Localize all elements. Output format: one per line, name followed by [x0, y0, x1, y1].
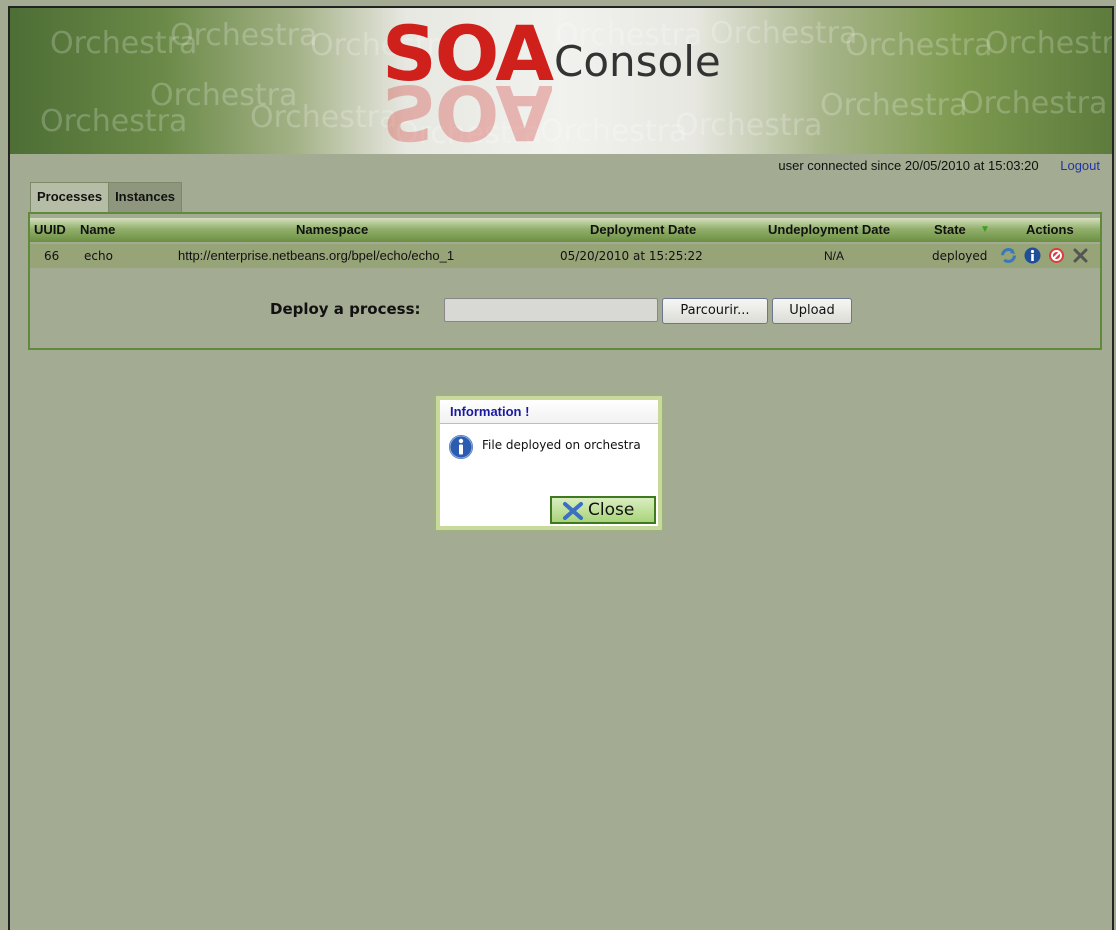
table-row[interactable]: 66 echo http://enterprise.netbeans.org/b…: [30, 244, 1100, 268]
close-icon: [563, 502, 583, 520]
watermark-text: Orchestra: [985, 26, 1112, 61]
tab-bar: Processes Instances: [30, 182, 183, 212]
browse-button[interactable]: Parcourir...: [662, 298, 768, 324]
close-button[interactable]: Close: [550, 496, 656, 524]
header-banner: Orchestra Orchestra Orchestra Orchestra …: [10, 8, 1112, 154]
cell-state: deployed: [932, 249, 988, 263]
table-header: UUID Name Namespace Deployment Date Unde…: [30, 218, 1100, 242]
watermark-text: Orchestra: [960, 86, 1108, 121]
deploy-label: Deploy a process:: [270, 300, 421, 318]
processes-panel: UUID Name Namespace Deployment Date Unde…: [28, 212, 1102, 350]
user-status-text: user connected since 20/05/2010 at 15:03…: [778, 158, 1039, 173]
tab-instances[interactable]: Instances: [108, 182, 183, 212]
column-header-namespace[interactable]: Namespace: [296, 218, 368, 242]
cell-uuid: 66: [44, 249, 60, 263]
logo-reflection: SOA Console: [382, 84, 552, 154]
tab-processes[interactable]: Processes: [30, 182, 110, 212]
close-button-label: Close: [588, 500, 635, 520]
info-icon: [448, 434, 474, 460]
column-header-name[interactable]: Name: [80, 218, 115, 242]
logo-reflection-soa: SOA: [382, 84, 553, 154]
dialog-message: File deployed on orchestra: [482, 438, 641, 452]
column-header-deployment-date[interactable]: Deployment Date: [590, 218, 696, 242]
column-header-uuid[interactable]: UUID: [34, 218, 66, 242]
logout-link[interactable]: Logout: [1060, 158, 1100, 173]
information-dialog: Information ! File deployed on orchestra…: [436, 396, 662, 530]
cell-name: echo: [84, 249, 113, 263]
column-header-state[interactable]: State: [934, 218, 966, 242]
row-actions: [1000, 247, 1092, 265]
file-path-input[interactable]: [444, 298, 658, 322]
column-header-undeployment-date[interactable]: Undeployment Date: [768, 218, 890, 242]
cell-undeployment-date: N/A: [824, 249, 845, 263]
watermark-text: Orchestra: [40, 104, 188, 139]
cell-namespace: http://enterprise.netbeans.org/bpel/echo…: [178, 248, 455, 263]
app-frame: Orchestra Orchestra Orchestra Orchestra …: [8, 6, 1114, 930]
undeploy-icon[interactable]: [1048, 247, 1065, 264]
sort-arrow-icon[interactable]: ▼: [980, 218, 990, 242]
watermark-text: Orchestra: [820, 88, 968, 123]
logo-console-text: Console: [554, 37, 721, 86]
app-logo: SOA Console SOA Console: [382, 12, 742, 155]
cell-deployment-date: 05/20/2010 at 15:25:22: [560, 249, 703, 263]
watermark-text: Orchestra: [845, 28, 993, 63]
delete-icon[interactable]: [1072, 247, 1089, 264]
watermark-text: Orchestra: [250, 100, 398, 135]
upload-button[interactable]: Upload: [772, 298, 852, 324]
watermark-text: Orchestra: [170, 18, 318, 53]
dialog-title: Information !: [440, 400, 658, 424]
user-status-bar: user connected since 20/05/2010 at 15:03…: [778, 158, 1100, 173]
info-icon[interactable]: [1024, 247, 1041, 264]
refresh-icon[interactable]: [1000, 247, 1017, 264]
column-header-actions: Actions: [1026, 222, 1074, 237]
